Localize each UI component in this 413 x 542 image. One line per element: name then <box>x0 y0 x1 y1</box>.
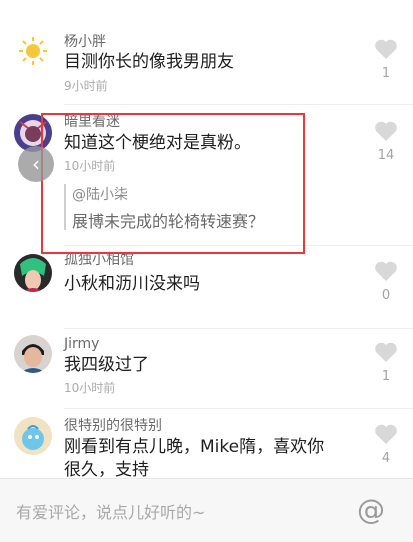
heart-icon <box>375 121 397 141</box>
like-count: 1 <box>381 369 391 384</box>
comment-time: 10小时前 <box>64 381 116 395</box>
comment-time: 9小时前 <box>64 79 108 93</box>
avatar-image <box>14 335 52 373</box>
comment-text: 目测你长的像我男朋友 <box>64 52 234 72</box>
comment-item: 孤独小相馆 小秋和沥川没来吗 0 <box>0 246 413 329</box>
avatar-image <box>14 417 52 455</box>
like-count: 1 <box>381 66 391 81</box>
comment-text: 小秋和沥川没来吗 <box>64 274 200 294</box>
like-button[interactable]: 1 <box>373 341 399 384</box>
avatar-image <box>14 254 52 292</box>
comment-author[interactable]: Jirmy <box>64 336 99 352</box>
heart-icon <box>375 39 397 59</box>
back-button[interactable]: ‹ <box>18 146 54 182</box>
comment-text: 刚看到有点儿晚，Mike隋，喜欢你很久，支持 <box>64 437 325 480</box>
chevron-left-icon: ‹ <box>32 152 40 176</box>
like-count: 0 <box>381 288 391 303</box>
comment-author[interactable]: 杨小胖 <box>64 31 106 51</box>
heart-icon <box>375 424 397 444</box>
highlight-box <box>41 113 305 254</box>
like-count: 14 <box>377 148 395 163</box>
comment-item: 很特别的很特别 刚看到有点儿晚，Mike隋，喜欢你很久，支持 4 <box>0 409 413 480</box>
heart-icon <box>375 261 397 281</box>
comment-text: 我四级过了 <box>64 355 149 375</box>
like-count: 4 <box>381 451 391 466</box>
heart-icon <box>375 342 397 362</box>
comment-input[interactable]: 有爱评论，说点儿好听的~ <box>16 499 205 523</box>
comment-item: 杨小胖 目测你长的像我男朋友 9小时前 1 <box>0 0 413 105</box>
sun-icon <box>14 32 52 70</box>
avatar[interactable] <box>14 417 52 455</box>
like-button[interactable]: 0 <box>373 260 399 303</box>
avatar[interactable] <box>14 254 52 292</box>
like-button[interactable]: 4 <box>373 423 399 466</box>
comment-item: Jirmy 我四级过了 10小时前 1 <box>0 329 413 409</box>
at-icon[interactable]: @ <box>357 493 385 526</box>
like-button[interactable]: 14 <box>373 120 399 163</box>
avatar[interactable] <box>14 335 52 373</box>
comment-author[interactable]: 很特别的很特别 <box>64 415 162 435</box>
avatar[interactable] <box>14 32 52 70</box>
like-button[interactable]: 1 <box>373 38 399 81</box>
comment-input-bar[interactable]: 有爱评论，说点儿好听的~ @ <box>0 478 413 542</box>
